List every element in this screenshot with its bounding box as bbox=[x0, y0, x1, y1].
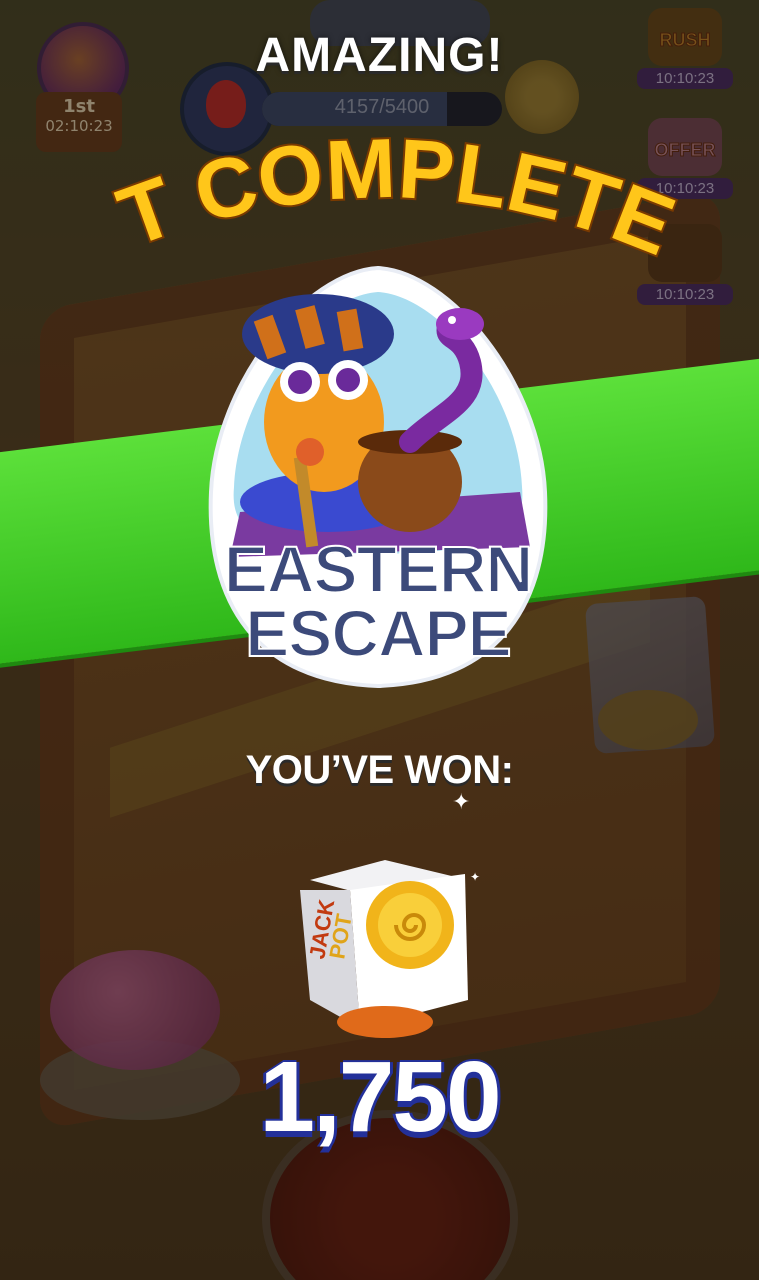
card-name: EASTERN ESCAPE bbox=[200, 532, 556, 670]
collection-card: EASTERN ESCAPE bbox=[200, 262, 556, 692]
set-completed-title: SET COMPLETED! bbox=[73, 82, 689, 275]
won-label: YOU’VE WON: bbox=[245, 748, 514, 792]
dice-icon: JACK POT bbox=[300, 860, 468, 1038]
sparkle-icon: ✦ bbox=[452, 790, 471, 815]
card-name-line2: ESCAPE bbox=[244, 596, 512, 670]
title-svg: SET COMPLETED! bbox=[73, 82, 689, 275]
reward-amount: 1,750 bbox=[259, 1041, 501, 1153]
headline: AMAZING! bbox=[255, 29, 504, 82]
game-screen: 1st 02:10:23 4157/5400 RUSH 10:10:23 OFF… bbox=[0, 0, 759, 1280]
card-name-line1: EASTERN bbox=[223, 532, 534, 606]
